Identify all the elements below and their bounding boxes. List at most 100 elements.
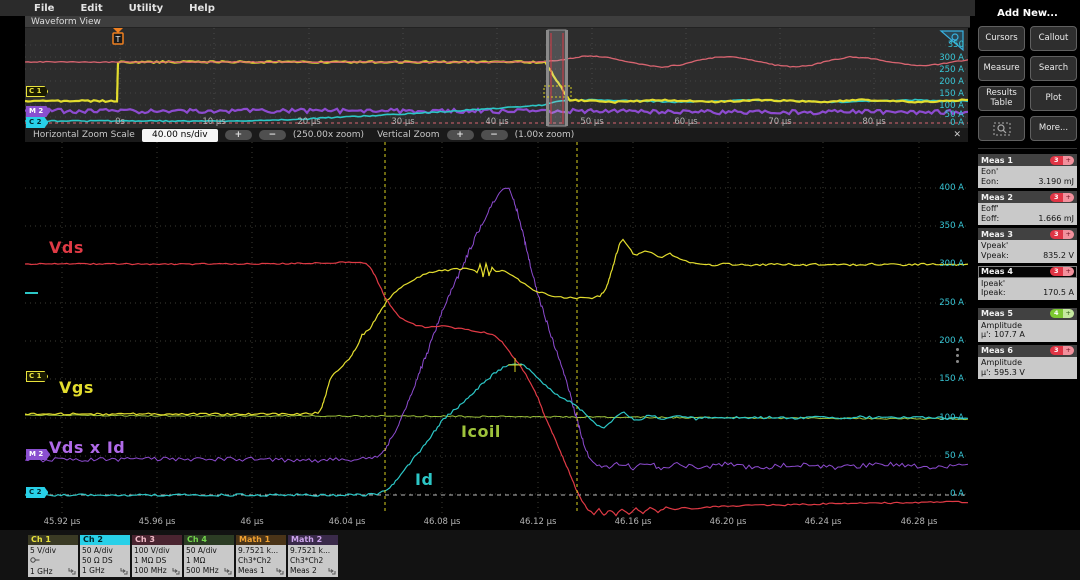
meas-chip-meas5[interactable]: Meas 54+Amplitudeµ':107.7 A bbox=[978, 308, 1077, 342]
trigger-position-marker[interactable]: T bbox=[113, 28, 123, 44]
overview-tag-c2[interactable]: C 2 bbox=[26, 117, 48, 128]
badge-line: Ch3*Ch2 bbox=[238, 556, 284, 566]
badge-line: 5 V/div bbox=[30, 546, 76, 556]
main-x-label: 46.04 µs bbox=[329, 517, 366, 527]
meas-chip-meas6[interactable]: Meas 63+Amplitudeµ':595.3 V bbox=[978, 345, 1077, 379]
meas-name: Meas 5 bbox=[981, 309, 1013, 318]
cursors-button[interactable]: Cursors bbox=[978, 26, 1025, 51]
channel-badge-ch3[interactable]: Ch 3100 V/div1 MΩ DS100 MHz bbox=[132, 535, 182, 577]
overview-y-label: 250 A bbox=[939, 65, 964, 75]
meas-chip-meas3[interactable]: Meas 33+Vpeak'Vpeak:835.2 V bbox=[978, 228, 1077, 262]
badge-line: 50 A/div bbox=[82, 546, 128, 556]
tab-waveform-view[interactable]: Waveform View bbox=[25, 17, 101, 27]
vgs-trace bbox=[25, 240, 968, 416]
badge-handle-icon bbox=[276, 567, 284, 575]
meas-value: 170.5 A bbox=[1043, 288, 1074, 298]
badge-line: 9.7521 k... bbox=[290, 546, 336, 556]
main-tag-m2[interactable]: M 2 bbox=[26, 449, 50, 460]
main-x-label: 46.08 µs bbox=[424, 517, 461, 527]
ov-vgs-trace bbox=[25, 61, 968, 103]
meas-source-badge: 3+ bbox=[1050, 156, 1074, 165]
badge-line: 50 Ω DS bbox=[82, 556, 128, 566]
overview-x-label: 40 µs bbox=[485, 117, 508, 127]
main-x-label: 46.12 µs bbox=[520, 517, 557, 527]
badge-handle-icon bbox=[172, 567, 180, 575]
overview-x-label: 10 µs bbox=[202, 117, 225, 127]
channel-badge-math2[interactable]: Math 29.7521 k...Ch3*Ch2Meas 2 bbox=[288, 535, 338, 577]
meas-line1: Eoff' bbox=[981, 204, 1074, 214]
channel-badge-ch1[interactable]: Ch 15 V/div1 GHz bbox=[28, 535, 78, 577]
menu-bar: File Edit Utility Help bbox=[0, 0, 975, 16]
badge-line: 1 MΩ bbox=[186, 556, 232, 566]
menu-item-utility[interactable]: Utility bbox=[129, 3, 163, 14]
meas-line1: Eon' bbox=[981, 167, 1074, 177]
overview-waveform-area[interactable]: T0s10 µs20 µs30 µs40 µs50 µs60 µs70 µs80… bbox=[25, 28, 968, 128]
vzoom-plus-button[interactable]: + bbox=[447, 130, 474, 140]
meas-value: 595.3 V bbox=[994, 368, 1025, 378]
meas-name: Meas 3 bbox=[981, 230, 1013, 239]
vzoom-minus-button[interactable]: − bbox=[481, 130, 508, 140]
zoom-scale-title: Horizontal Zoom Scale bbox=[33, 130, 135, 140]
main-y-label: 300 A bbox=[939, 259, 964, 269]
overview-x-label: 80 µs bbox=[862, 117, 885, 127]
measurement-list: Meas 1 3+ Eon'Eon:3.190 mJ Meas 23+Eoff'Eof… bbox=[975, 154, 1080, 379]
meas-line2: µ':595.3 V bbox=[981, 368, 1074, 378]
overview-plot-svg: T bbox=[25, 28, 968, 128]
overview-tag-m2[interactable]: M 2 bbox=[26, 106, 50, 117]
badge-handle-icon bbox=[328, 567, 336, 575]
menu-item-edit[interactable]: Edit bbox=[80, 3, 102, 14]
meas-line1: Amplitude bbox=[981, 358, 1074, 368]
meas-chip-meas1[interactable]: Meas 1 3+ Eon'Eon:3.190 mJ bbox=[978, 154, 1077, 188]
more-button[interactable]: More... bbox=[1030, 116, 1077, 141]
badge-line: Ch3*Ch2 bbox=[290, 556, 336, 566]
results-table-button[interactable]: Results Table bbox=[978, 86, 1025, 111]
plot-button[interactable]: Plot bbox=[1030, 86, 1077, 111]
ov-vdsxid-trace bbox=[25, 109, 968, 114]
meas-source-badge: 3+ bbox=[1050, 267, 1074, 276]
badge-line: 9.7521 k... bbox=[238, 546, 284, 556]
menu-item-file[interactable]: File bbox=[34, 3, 54, 14]
meas-value: 835.2 V bbox=[1043, 251, 1074, 261]
panel-divider bbox=[978, 148, 1077, 149]
main-y-label: 350 A bbox=[939, 221, 964, 231]
main-x-label: 45.92 µs bbox=[44, 517, 81, 527]
channel-badge-ch4[interactable]: Ch 450 A/div1 MΩ500 MHz bbox=[184, 535, 234, 577]
main-y-label: 150 A bbox=[939, 374, 964, 384]
meas-line2: Vpeak:835.2 V bbox=[981, 251, 1074, 261]
channel-badge-math1[interactable]: Math 19.7521 k...Ch3*Ch2Meas 1 bbox=[236, 535, 286, 577]
panel-splitter-handle[interactable] bbox=[956, 348, 959, 363]
zoomed-waveform-area[interactable]: 45.92 µs45.96 µs46 µs46.04 µs46.08 µs46.… bbox=[25, 142, 968, 530]
menu-item-help[interactable]: Help bbox=[189, 3, 215, 14]
channel-badge-ch2[interactable]: Ch 250 A/div50 Ω DS1 GHz bbox=[80, 535, 130, 577]
main-x-label: 46.16 µs bbox=[615, 517, 652, 527]
add-new-title: Add New... bbox=[975, 8, 1080, 19]
callout-button[interactable]: Callout bbox=[1030, 26, 1077, 51]
main-y-label: 250 A bbox=[939, 298, 964, 308]
horizontal-zoom-bar: Horizontal Zoom Scale + − (250.00x zoom)… bbox=[25, 128, 968, 142]
badge-handle-icon bbox=[224, 567, 232, 575]
meas-name: Meas 1 bbox=[981, 156, 1013, 165]
meas-chip-meas2[interactable]: Meas 23+Eoff'Eoff:1.666 mJ bbox=[978, 191, 1077, 225]
main-tag-c2[interactable]: C 2 bbox=[26, 487, 48, 498]
zoom-scale-input[interactable] bbox=[142, 129, 218, 142]
overview-tag-c1[interactable]: C 1 bbox=[26, 86, 48, 97]
hzoom-plus-button[interactable]: + bbox=[225, 130, 252, 140]
overview-y-label: 200 A bbox=[939, 77, 964, 87]
measure-button[interactable]: Measure bbox=[978, 56, 1025, 81]
overview-y-label: 150 A bbox=[939, 89, 964, 99]
search-button[interactable]: Search bbox=[1030, 56, 1077, 81]
main-y-label: 0 A bbox=[950, 489, 964, 499]
main-y-label: 100 A bbox=[939, 413, 964, 423]
meas-source-badge: 3+ bbox=[1050, 346, 1074, 355]
zoom-close-icon[interactable]: ✕ bbox=[953, 130, 968, 140]
meas-line2: Eoff:1.666 mJ bbox=[981, 214, 1074, 224]
overview-x-label: 70 µs bbox=[768, 117, 791, 127]
meas-line2: Eon:3.190 mJ bbox=[981, 177, 1074, 187]
overview-x-label: 0s bbox=[115, 117, 125, 127]
meas-chip-meas4[interactable]: Meas 43+Ipeak'Ipeak:170.5 A bbox=[978, 266, 1077, 300]
badge-line bbox=[30, 556, 76, 567]
zoom-select-button[interactable] bbox=[978, 116, 1025, 141]
results-panel: Add New... CursorsCalloutMeasureSearchRe… bbox=[975, 0, 1080, 580]
main-tag-c1[interactable]: C 1 bbox=[26, 371, 48, 382]
hzoom-minus-button[interactable]: − bbox=[259, 130, 286, 140]
